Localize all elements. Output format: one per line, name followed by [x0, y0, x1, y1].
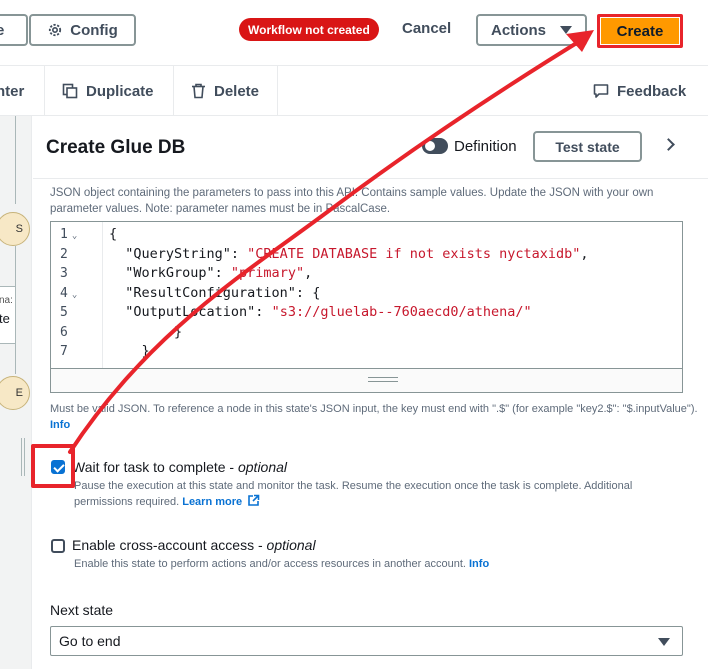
code-line: "QueryString": "CREATE DATABASE if not e… — [109, 245, 589, 262]
code-line: { — [109, 226, 118, 242]
duplicate-button-label: Duplicate — [86, 82, 154, 100]
actions-dropdown-label: Actions — [490, 21, 546, 39]
end-node[interactable]: E — [0, 376, 30, 410]
toolbar-divider — [44, 66, 45, 116]
config-button-label: Config — [70, 21, 118, 39]
panel-resize-handle[interactable] — [21, 438, 25, 476]
toolbar-divider — [173, 66, 174, 116]
canvas-toolbar: nter Duplicate Delete Feedback — [0, 66, 708, 116]
create-button[interactable]: Create — [597, 14, 683, 48]
fold-chevron-icon: ⌄ — [71, 231, 78, 241]
line-number: 7 — [60, 344, 68, 359]
line-number: 1 ⌄ — [60, 227, 78, 242]
gear-icon — [49, 23, 62, 37]
code-line: "WorkGroup": "primary", — [109, 265, 313, 281]
canvas-connector — [15, 246, 16, 286]
workflow-status-badge: Workflow not created — [239, 18, 379, 41]
caret-down-icon — [560, 26, 572, 34]
duplicate-icon — [62, 83, 78, 99]
duplicate-button[interactable]: Duplicate — [62, 66, 154, 116]
external-link-icon — [248, 494, 260, 506]
line-number: 4 ⌄ — [60, 285, 78, 301]
feedback-button-label: Feedback — [617, 82, 687, 100]
wait-for-task-label: Wait for task to complete - optional — [72, 459, 288, 475]
delete-button-label: Delete — [214, 82, 260, 100]
actions-dropdown[interactable]: Actions — [476, 14, 587, 46]
annotation-highlight-box — [31, 444, 75, 488]
start-node[interactable]: S — [0, 212, 30, 246]
line-number: 5 — [60, 305, 68, 320]
cancel-button[interactable]: Cancel — [402, 20, 451, 37]
caret-down-icon — [658, 638, 670, 646]
next-state-label: Next state — [50, 602, 114, 618]
canvas-connector — [15, 344, 16, 374]
end-node-label: E — [15, 387, 23, 399]
cross-account-label: Enable cross-account access - optional — [72, 537, 316, 553]
code-line: "ResultConfiguration": { — [109, 284, 321, 301]
code-line: } — [109, 323, 183, 340]
line-number: 3 — [60, 266, 68, 281]
cross-account-info-link[interactable]: Info — [469, 558, 489, 570]
center-button-label: nter — [0, 82, 25, 100]
canvas-connector — [15, 116, 16, 204]
json-editor[interactable]: 1 ⌄ 2 3 4 ⌄ 5 6 7 { "QueryString": "CREATE… — [50, 221, 683, 393]
code-line: } — [109, 343, 150, 359]
editor-gutter: 1 ⌄ 2 3 4 ⌄ 5 6 7 — [51, 222, 103, 368]
grip-icon — [368, 377, 398, 382]
api-parameters-description: JSON object containing the parameters to… — [50, 187, 654, 215]
json-help-text: Must be valid JSON. To reference a node … — [50, 401, 700, 433]
state-node[interactable]: na: te — [0, 286, 16, 344]
json-help-label: Must be valid JSON. To reference a node … — [50, 403, 698, 415]
top-bar: e Config Workflow not created Cancel Act… — [0, 0, 708, 66]
state-node-label: te — [0, 311, 10, 326]
feedback-button[interactable]: Feedback — [593, 66, 686, 116]
state-inspector-panel: Create Glue DB Definition Test state JSO… — [33, 116, 708, 669]
toolbar-divider — [277, 66, 278, 116]
workflow-canvas[interactable]: S na: te E — [0, 116, 32, 669]
previous-button[interactable]: e — [0, 14, 28, 46]
test-state-button[interactable]: Test state — [533, 131, 642, 162]
previous-button-label: e — [0, 21, 5, 39]
next-state-select[interactable]: Go to end — [50, 626, 683, 656]
cross-account-description: Enable this state to perform actions and… — [74, 558, 490, 570]
start-node-label: S — [15, 223, 23, 235]
editor-resize-bar[interactable] — [51, 368, 682, 392]
code-line: "OutputLocation": "s3://gluelab--760aecd… — [109, 304, 532, 320]
definition-label: Definition — [454, 138, 517, 155]
cross-account-checkbox[interactable] — [51, 539, 65, 553]
line-number: 6 — [60, 324, 68, 340]
learn-more-link[interactable]: Learn more — [182, 494, 260, 508]
fold-chevron-icon: ⌄ — [71, 289, 78, 300]
state-node-type: na: — [0, 295, 13, 306]
panel-title: Create Glue DB — [46, 137, 186, 158]
center-button[interactable]: nter — [0, 66, 24, 116]
wait-for-task-description: Pause the execution at this state and mo… — [74, 480, 633, 508]
next-state-value: Go to end — [59, 633, 121, 649]
line-number: 2 — [60, 246, 68, 262]
trash-icon — [192, 83, 205, 99]
config-button[interactable]: Config — [29, 14, 136, 46]
definition-toggle[interactable] — [422, 138, 448, 154]
delete-button[interactable]: Delete — [191, 66, 259, 116]
chevron-right-icon[interactable] — [662, 138, 675, 151]
info-link[interactable]: Info — [50, 419, 70, 431]
feedback-icon — [593, 84, 609, 98]
panel-divider — [33, 178, 708, 179]
